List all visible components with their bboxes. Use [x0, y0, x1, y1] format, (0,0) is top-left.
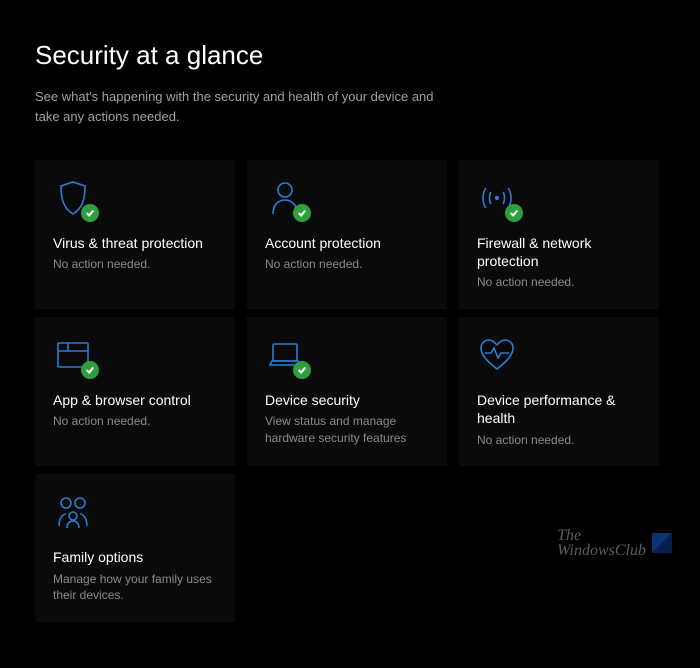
tile-device-performance[interactable]: Device performance & health No action ne…: [459, 317, 659, 466]
tile-title: Account protection: [265, 234, 431, 252]
page-title: Security at a glance: [35, 40, 665, 71]
watermark-logo-icon: [652, 533, 672, 553]
status-ok-badge: [293, 204, 311, 222]
status-ok-badge: [81, 361, 99, 379]
tile-status: No action needed.: [53, 413, 219, 430]
tile-status: No action needed.: [265, 256, 431, 273]
tile-status: No action needed.: [477, 274, 643, 291]
tile-firewall-network[interactable]: Firewall & network protection No action …: [459, 160, 659, 309]
tile-title: Device security: [265, 391, 431, 409]
tile-virus-threat[interactable]: Virus & threat protection No action need…: [35, 160, 235, 309]
status-ok-badge: [81, 204, 99, 222]
tile-account-protection[interactable]: Account protection No action needed.: [247, 160, 447, 309]
watermark: The WindowsClub: [557, 528, 672, 558]
tile-status: Manage how your family uses their device…: [53, 571, 219, 605]
tile-app-browser[interactable]: App & browser control No action needed.: [35, 317, 235, 466]
status-ok-badge: [293, 361, 311, 379]
watermark-line1: The: [557, 528, 646, 543]
tile-title: Family options: [53, 548, 219, 566]
watermark-line2: WindowsClub: [557, 543, 646, 558]
tile-status: No action needed.: [53, 256, 219, 273]
tile-status: No action needed.: [477, 432, 643, 449]
tile-title: Firewall & network protection: [477, 234, 643, 270]
tile-family-options[interactable]: Family options Manage how your family us…: [35, 474, 235, 622]
tile-title: App & browser control: [53, 391, 219, 409]
page-subtitle: See what's happening with the security a…: [35, 87, 435, 126]
tile-title: Device performance & health: [477, 391, 643, 427]
heart-icon: [477, 362, 517, 379]
tile-device-security[interactable]: Device security View status and manage h…: [247, 317, 447, 466]
tile-title: Virus & threat protection: [53, 234, 219, 252]
tile-status: View status and manage hardware security…: [265, 413, 431, 447]
family-icon: [53, 519, 93, 536]
status-ok-badge: [505, 204, 523, 222]
